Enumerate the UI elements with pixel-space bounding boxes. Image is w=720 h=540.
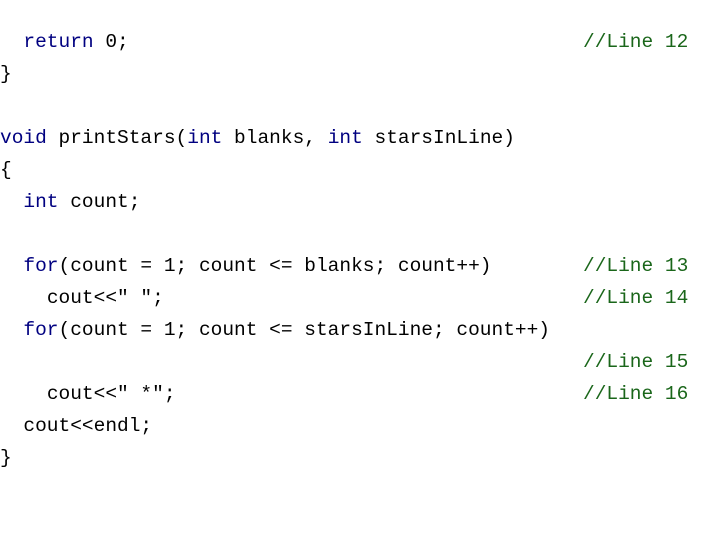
code-listing: return 0;//Line 12} void printStars(int b… xyxy=(0,26,720,474)
line-cout-endl: cout<<endl; xyxy=(0,410,720,442)
trailing-line-comment: //Line 16 xyxy=(583,383,689,405)
code-token-keyword: return xyxy=(23,31,94,53)
line-function-signature: void printStars(int blanks, int starsInL… xyxy=(0,122,720,154)
line-blank-2 xyxy=(0,218,720,250)
trailing-line-comment: //Line 15 xyxy=(583,351,689,373)
code-text: cout<<endl; xyxy=(0,410,152,442)
code-text: int count; xyxy=(0,186,140,218)
code-text: cout<<" "; xyxy=(0,282,164,314)
line-close-main: } xyxy=(0,58,720,90)
code-token-code: { xyxy=(0,159,12,181)
line-close-function: } xyxy=(0,442,720,474)
line-cout-space: cout<<" "; //Line 14 xyxy=(0,282,720,314)
line-return-0: return 0; //Line 12 xyxy=(0,26,720,58)
code-text: return 0; xyxy=(0,26,129,58)
code-token-keyword: for xyxy=(23,319,59,341)
code-token-code: printStars( xyxy=(46,127,188,149)
code-text: void printStars(int blanks, int starsInL… xyxy=(0,122,515,154)
code-token-code: cout<<" *"; xyxy=(46,383,176,405)
code-token-code: blanks, xyxy=(222,127,328,149)
code-token-keyword: for xyxy=(23,255,59,277)
code-token-code: 0; xyxy=(93,31,129,53)
trailing-line-comment: //Line 13 xyxy=(583,255,689,277)
code-token-keyword: int xyxy=(327,127,363,149)
code-token-keyword: void xyxy=(0,127,47,149)
trailing-line-comment: //Line 14 xyxy=(583,287,689,309)
code-token-code: cout<<endl; xyxy=(23,415,153,437)
line-for-blanks: for(count = 1; count <= blanks; count++)… xyxy=(0,250,720,282)
line-declare-count: int count; xyxy=(0,186,720,218)
code-token-code: } xyxy=(0,63,12,85)
line-for-stars: for(count = 1; count <= starsInLine; cou… xyxy=(0,314,720,346)
line-cout-star: cout<<" *"; //Line 16 xyxy=(0,378,720,410)
code-text: } xyxy=(0,58,12,90)
code-text: cout<<" *"; xyxy=(0,378,176,410)
line-blank-1 xyxy=(0,90,720,122)
code-token-code: } xyxy=(0,447,12,469)
code-token-code: count; xyxy=(58,191,141,213)
code-text: for(count = 1; count <= blanks; count++) xyxy=(0,250,503,282)
slide-canvas: return 0;//Line 12} void printStars(int b… xyxy=(0,0,720,540)
code-token-code: cout<<" "; xyxy=(46,287,164,309)
code-token-code: (count = 1; count <= blanks; count++) xyxy=(58,255,504,277)
trailing-line-comment: //Line 12 xyxy=(583,31,689,53)
code-token-keyword: int xyxy=(187,127,223,149)
code-token-keyword: int xyxy=(23,191,59,213)
code-token-code: (count = 1; count <= starsInLine; count+… xyxy=(58,319,550,341)
code-token-code: starsInLine) xyxy=(362,127,515,149)
code-text: { xyxy=(0,154,12,186)
code-text: for(count = 1; count <= starsInLine; cou… xyxy=(0,314,550,346)
line-open-function: { xyxy=(0,154,720,186)
code-text: } xyxy=(0,442,12,474)
line-comment-only-15: //Line 15 xyxy=(0,346,720,378)
